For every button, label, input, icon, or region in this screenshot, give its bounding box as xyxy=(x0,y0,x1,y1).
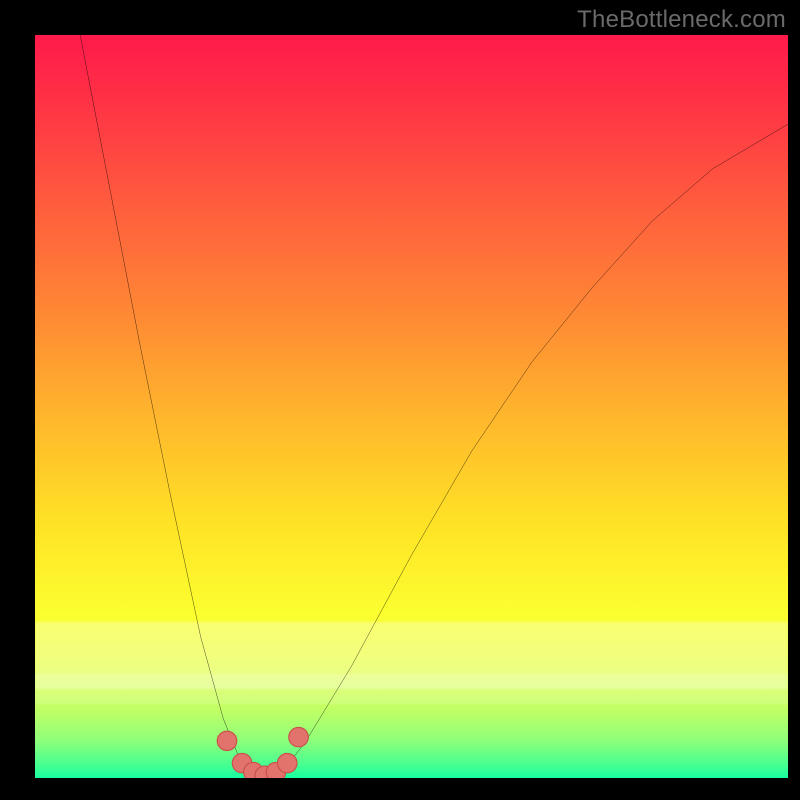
watermark-text: TheBottleneck.com xyxy=(577,6,786,34)
marker-point xyxy=(217,731,237,750)
bottleneck-curve xyxy=(80,35,788,778)
marker-group xyxy=(217,727,308,778)
marker-point xyxy=(277,753,297,772)
chart-svg xyxy=(35,35,788,778)
outer-frame: TheBottleneck.com xyxy=(0,0,800,800)
curve-group xyxy=(80,35,788,778)
plot-area xyxy=(35,35,788,778)
marker-point xyxy=(289,727,309,746)
